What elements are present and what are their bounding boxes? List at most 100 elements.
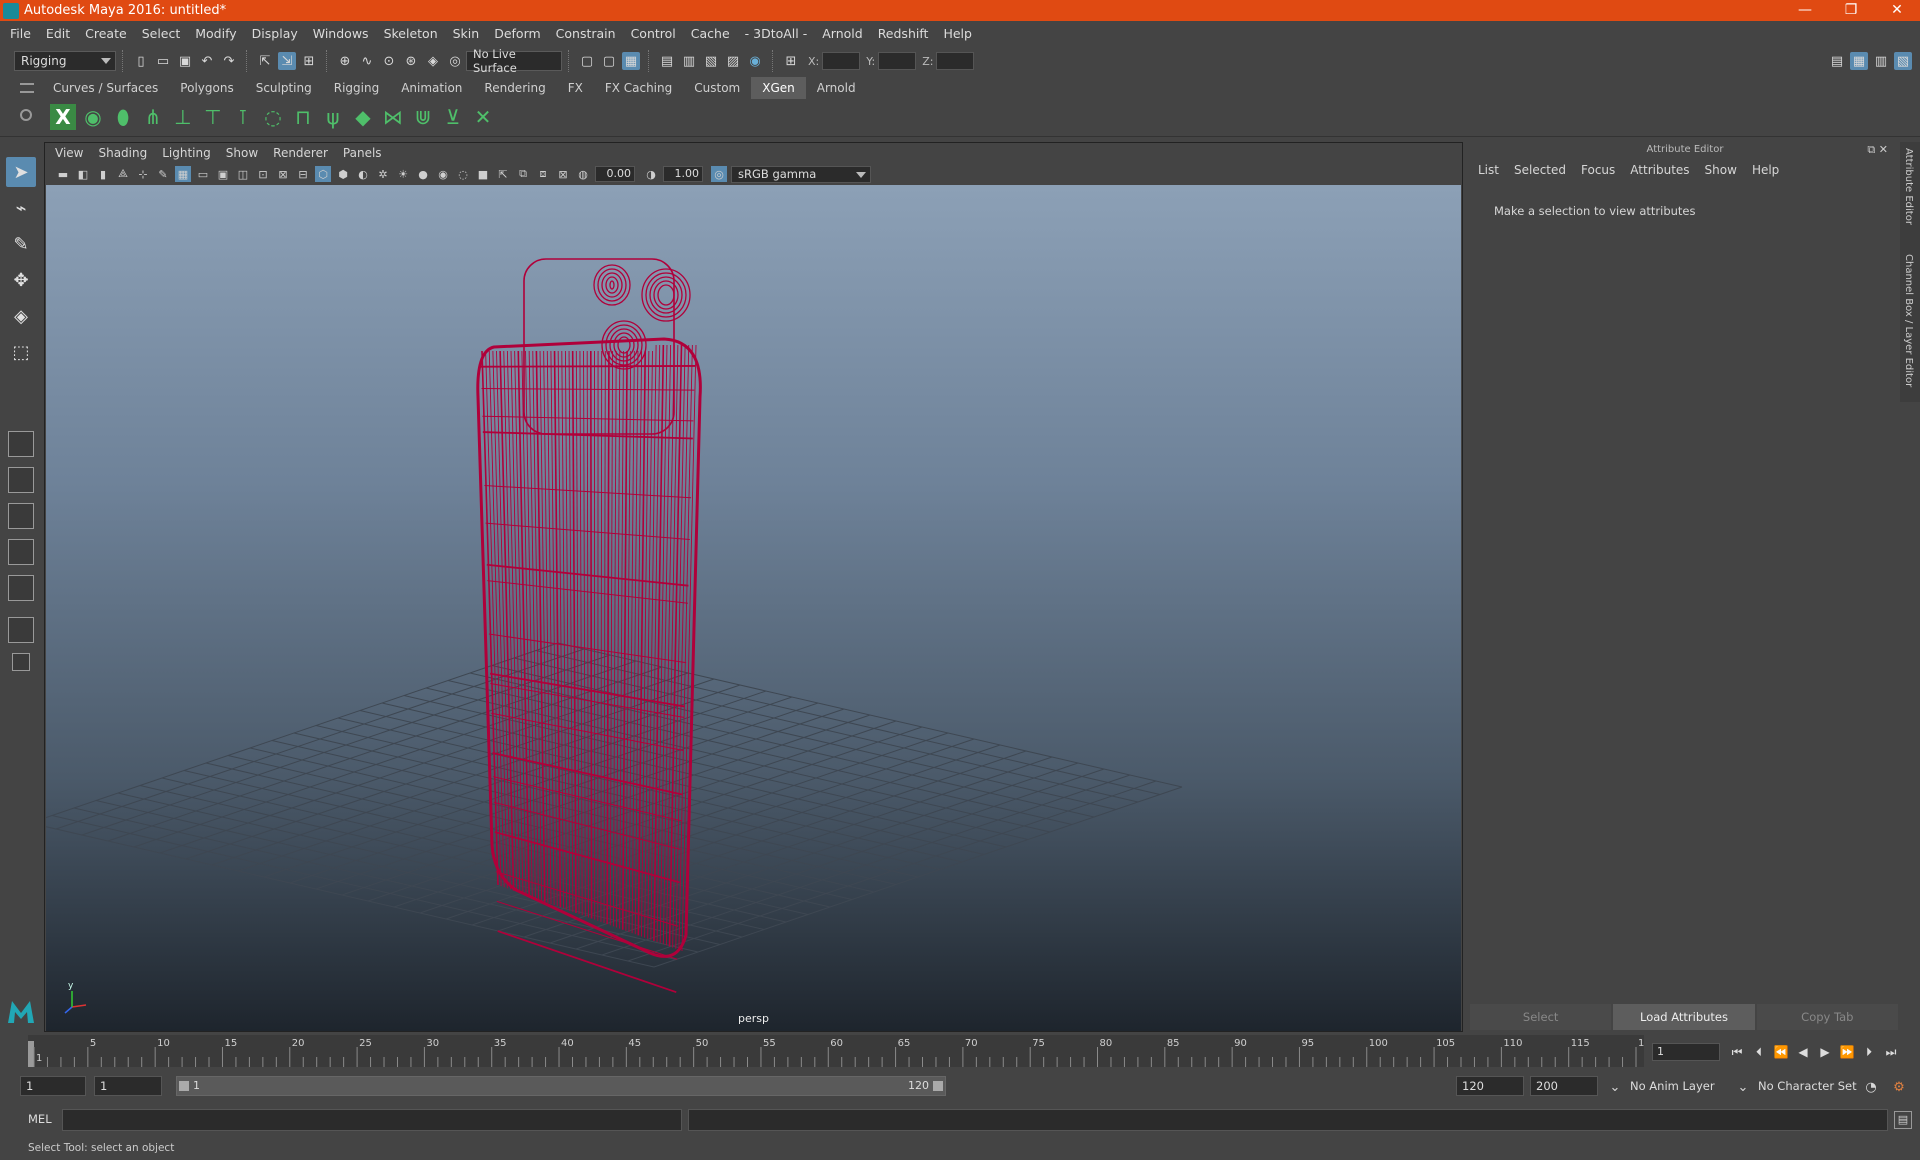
gamma-icon[interactable]: ◑ <box>643 166 659 182</box>
menu-windows[interactable]: Windows <box>313 26 369 41</box>
menu-constrain[interactable]: Constrain <box>556 26 616 41</box>
menu-edit[interactable]: Edit <box>46 26 70 41</box>
grease-pencil-icon[interactable]: ✎ <box>155 166 171 182</box>
save-scene-icon[interactable]: ▣ <box>176 52 194 70</box>
xgen-move-guide-icon[interactable]: ⊤ <box>198 101 228 133</box>
menu-select[interactable]: Select <box>142 26 181 41</box>
ipr-render-icon[interactable]: ▧ <box>702 52 720 70</box>
tool-settings-toggle-icon[interactable]: ▥ <box>1872 52 1890 70</box>
xgen-preview-icon[interactable]: ◉ <box>78 101 108 133</box>
menu-file[interactable]: File <box>10 26 31 41</box>
motion-blur-icon[interactable]: ◌ <box>455 166 471 182</box>
xgen-create-description-icon[interactable]: ⬮ <box>108 101 138 133</box>
chevron-down-icon[interactable]: ⌄ <box>1734 1078 1752 1096</box>
snap-grid-icon[interactable]: ⊕ <box>336 52 354 70</box>
xray-joints-icon[interactable]: ⧈ <box>535 166 551 182</box>
four-view-layout-icon[interactable] <box>8 467 34 493</box>
bookmarks-icon[interactable]: ▮ <box>95 166 111 182</box>
open-scene-icon[interactable]: ▭ <box>154 52 172 70</box>
shelf-options-icon[interactable] <box>20 109 32 121</box>
xgen-sculpt-icon[interactable]: ψ <box>318 101 348 133</box>
camera-attributes-icon[interactable]: ◧ <box>75 166 91 182</box>
viewport-menu-renderer[interactable]: Renderer <box>273 146 328 160</box>
step-forward-key-icon[interactable]: ⏩ <box>1836 1043 1858 1061</box>
menu-display[interactable]: Display <box>252 26 298 41</box>
select-button[interactable]: Select <box>1470 1004 1612 1030</box>
playback-end-field[interactable]: 120 <box>1456 1076 1524 1096</box>
hypershade-icon[interactable]: ◉ <box>746 52 764 70</box>
field-chart-icon[interactable]: ⊡ <box>255 166 271 182</box>
exposure-field[interactable]: 0.00 <box>595 166 635 182</box>
menu-3dtoall[interactable]: - 3DtoAll - <box>745 26 808 41</box>
viewport-canvas[interactable]: y persp <box>46 185 1461 1031</box>
persp-outliner-layout-icon[interactable] <box>8 503 34 529</box>
construction-history-icon[interactable]: ▦ <box>622 52 640 70</box>
load-attributes-button[interactable]: Load Attributes <box>1613 1004 1755 1030</box>
viewport-menu-panels[interactable]: Panels <box>343 146 382 160</box>
ae-menu-selected[interactable]: Selected <box>1514 163 1566 177</box>
menu-arnold[interactable]: Arnold <box>822 26 862 41</box>
script-editor-icon[interactable]: ▤ <box>1894 1111 1912 1129</box>
shelf-menu-icon[interactable] <box>20 83 34 93</box>
exposure-icon[interactable]: ◍ <box>575 166 591 182</box>
go-to-end-icon[interactable]: ⏭ <box>1880 1043 1902 1061</box>
xray-icon[interactable]: ⧉ <box>515 166 531 182</box>
anim-layer-dropdown[interactable]: No Anim Layer <box>1626 1076 1746 1096</box>
viewport-menu-show[interactable]: Show <box>226 146 258 160</box>
xgen-place-guides-icon[interactable]: ⋔ <box>138 101 168 133</box>
2d-pan-zoom-icon[interactable]: ⊹ <box>135 166 151 182</box>
play-backwards-icon[interactable]: ◀ <box>1792 1043 1814 1061</box>
color-management-icon[interactable]: ◎ <box>711 166 727 182</box>
persp-graph-layout-icon[interactable] <box>8 539 34 565</box>
y-field[interactable] <box>878 52 917 70</box>
isolate-select-icon[interactable]: ⇱ <box>495 166 511 182</box>
input-ops-icon[interactable]: ▢ <box>578 52 596 70</box>
safe-title-icon[interactable]: ⊟ <box>295 166 311 182</box>
time-ruler[interactable]: 1 5 10 15 20 25 30 35 40 45 50 55 60 65 70 75 80 85 90 95 10… <box>28 1035 1644 1067</box>
ae-menu-list[interactable]: List <box>1478 163 1499 177</box>
render-view-icon[interactable]: ▤ <box>658 52 676 70</box>
command-input[interactable] <box>62 1109 682 1131</box>
viewport-menu-view[interactable]: View <box>55 146 83 160</box>
move-tool-icon[interactable]: ✥ <box>6 265 36 295</box>
tab-animation[interactable]: Animation <box>390 77 473 99</box>
tab-curves-surfaces[interactable]: Curves / Surfaces <box>42 77 169 99</box>
single-perspective-layout-icon[interactable] <box>8 431 34 457</box>
persp-hypershade-layout-icon[interactable] <box>8 575 34 601</box>
textured-icon[interactable]: ✲ <box>375 166 391 182</box>
tab-fx[interactable]: FX <box>557 77 594 99</box>
xgen-layer-icon[interactable]: ◆ <box>348 101 378 133</box>
menu-help[interactable]: Help <box>943 26 972 41</box>
paint-select-tool-icon[interactable]: ✎ <box>6 229 36 259</box>
tab-attribute-editor[interactable]: Attribute Editor <box>1903 148 1914 225</box>
xgen-lock-icon[interactable]: ⊓ <box>288 101 318 133</box>
tab-polygons[interactable]: Polygons <box>169 77 244 99</box>
custom-layout-icon[interactable] <box>12 653 30 671</box>
menuset-dropdown[interactable]: Rigging <box>14 51 116 71</box>
redo-icon[interactable]: ↷ <box>220 52 238 70</box>
menu-skin[interactable]: Skin <box>453 26 480 41</box>
resolution-gate-icon[interactable]: ▣ <box>215 166 231 182</box>
snap-surface-icon[interactable]: ◈ <box>424 52 442 70</box>
play-forwards-icon[interactable]: ▶ <box>1814 1043 1836 1061</box>
x-field[interactable] <box>822 52 861 70</box>
gamma-field[interactable]: 1.00 <box>663 166 703 182</box>
new-scene-icon[interactable]: ▯ <box>132 52 150 70</box>
tab-channel-box-layer-editor[interactable]: Channel Box / Layer Editor <box>1903 254 1914 387</box>
view-transform-dropdown[interactable]: sRGB gamma <box>731 165 871 183</box>
outliner-layout-icon[interactable] <box>8 617 34 643</box>
render-settings-icon[interactable]: ▨ <box>724 52 742 70</box>
select-camera-icon[interactable]: ▬ <box>55 166 71 182</box>
range-slider[interactable]: 1 120 <box>176 1076 946 1096</box>
gate-mask-icon[interactable]: ◫ <box>235 166 251 182</box>
screen-space-ao-icon[interactable]: ◉ <box>435 166 451 182</box>
xgen-cut-icon[interactable]: ⊻ <box>438 101 468 133</box>
anti-aliasing-icon[interactable]: ■ <box>475 166 491 182</box>
step-back-frame-icon[interactable]: ⏴ <box>1748 1043 1770 1061</box>
menu-deform[interactable]: Deform <box>494 26 540 41</box>
xgen-add-guide-icon[interactable]: ⊥ <box>168 101 198 133</box>
smooth-shade-icon[interactable]: ⬢ <box>335 166 351 182</box>
panel-float-close-icons[interactable]: ⧉ ✕ <box>1867 143 1888 157</box>
grid-toggle-icon[interactable]: ▦ <box>175 166 191 182</box>
undo-icon[interactable]: ↶ <box>198 52 216 70</box>
